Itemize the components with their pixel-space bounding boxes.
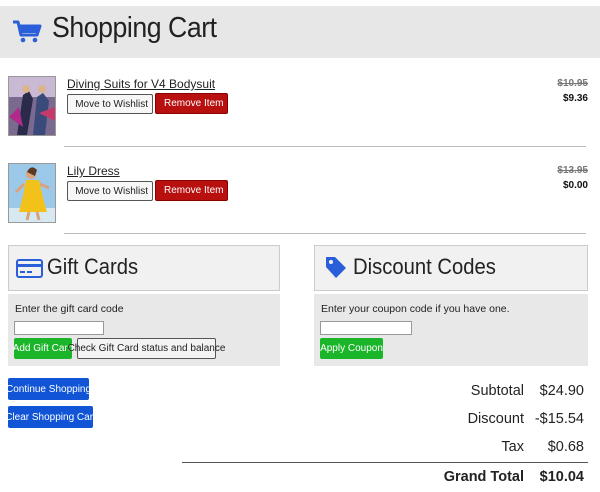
gift-card-prompt: Enter the gift card code [15,303,124,315]
remove-label: Remove Item [164,98,224,109]
wishlist-label: Move to Wishlist [75,98,148,110]
discount-row: Discount -$15.54 [468,411,584,427]
shopping-cart-icon [13,20,42,43]
continue-shopping-button[interactable]: Continue Shopping [6,378,91,400]
product-thumbnail[interactable] [8,163,56,223]
sale-price: $0.00 [562,180,588,191]
discount-codes-header: Discount Codes [314,245,588,291]
remove-label: Remove Item [164,185,224,196]
subtotal-value: $24.90 [539,383,584,399]
check-gift-card-button[interactable]: Check Gift Card status and balance [68,338,225,359]
coupon-prompt: Enter your coupon code if you have one. [321,303,510,315]
gift-cards-header: Gift Cards [8,245,280,291]
discount-label: Discount [467,411,524,427]
gift-cards-panel: Enter the gift card code Add Gift Card C… [8,294,280,366]
coupon-code-input[interactable] [320,321,412,335]
move-to-wishlist-button[interactable]: Move to Wishlist [67,94,153,114]
clear-cart-button[interactable]: Clear Shopping Cart [5,406,96,428]
wishlist-label: Move to Wishlist [75,185,148,197]
item-divider [64,233,586,234]
remove-item-button[interactable]: Remove Item [155,180,228,201]
grand-total-value: $10.04 [539,469,584,485]
subtotal-row: Subtotal $24.90 [471,383,584,399]
add-gift-card-button[interactable]: Add Gift Card [13,338,73,359]
page-header: Shopping Cart [0,6,600,58]
move-to-wishlist-button[interactable]: Move to Wishlist [67,181,153,201]
tag-icon [326,257,346,278]
credit-card-icon [16,259,43,278]
original-price: $13.95 [557,165,588,176]
sale-price: $9.36 [562,93,588,104]
apply-coupon-button[interactable]: Apply Coupon [320,338,383,359]
original-price: $10.95 [557,78,588,89]
discount-value: -$15.54 [534,411,584,427]
product-thumbnail[interactable] [8,76,56,136]
grand-total-row: Grand Total $10.04 [444,469,584,485]
remove-item-button[interactable]: Remove Item [155,93,228,114]
summary-divider [182,462,588,463]
discount-codes-title: Discount Codes [353,254,496,279]
discount-codes-panel: Enter your coupon code if you have one. … [314,294,588,366]
grand-total-label: Grand Total [443,469,524,485]
gift-card-code-input[interactable] [14,321,104,335]
tax-row: Tax $0.68 [501,439,584,455]
tax-label: Tax [501,439,524,455]
item-title-link[interactable]: Diving Suits for V4 Bodysuit [67,77,215,91]
item-divider [64,146,586,147]
tax-value: $0.68 [547,439,584,455]
item-title-link[interactable]: Lily Dress [67,164,120,178]
gift-cards-title: Gift Cards [47,254,139,279]
subtotal-label: Subtotal [470,383,524,399]
page-title: Shopping Cart [52,12,217,44]
